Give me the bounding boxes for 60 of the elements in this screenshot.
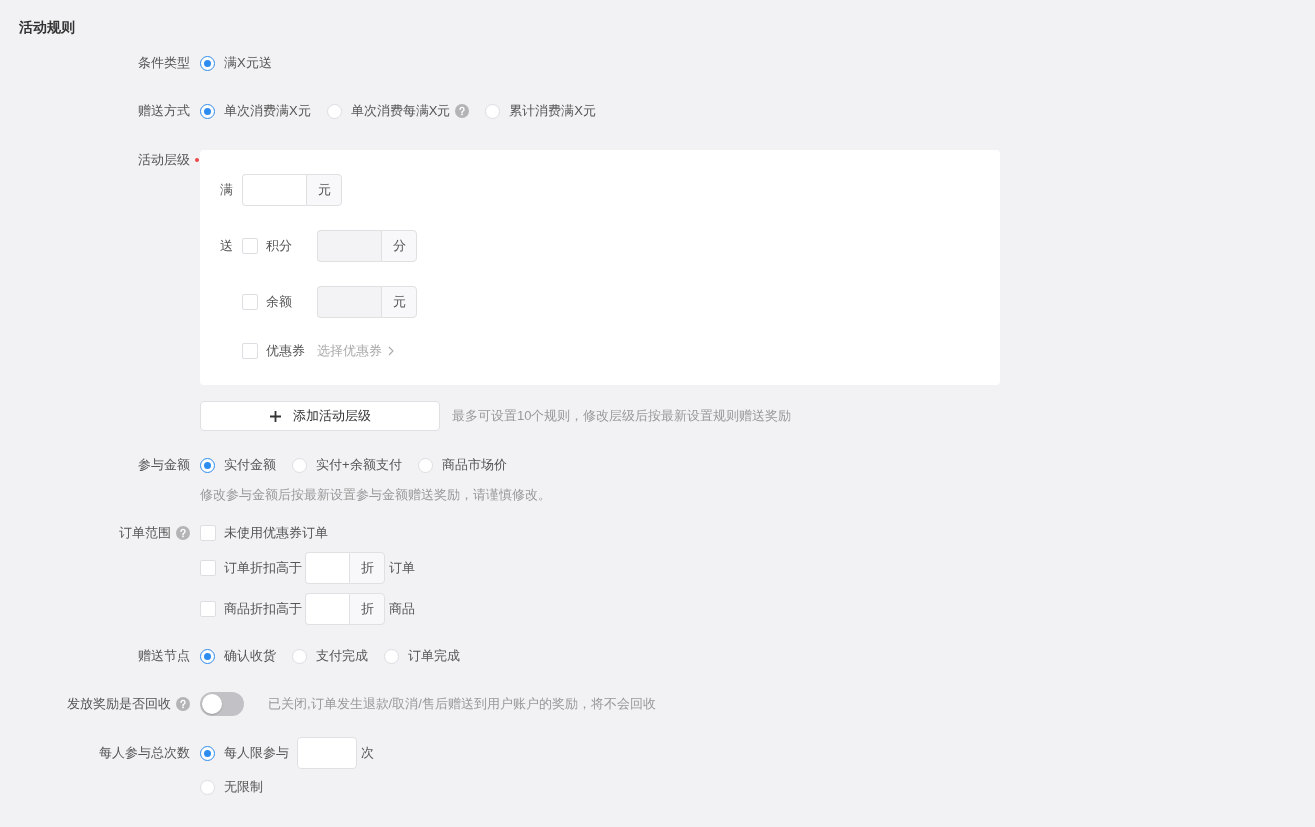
unit-addon: 分 <box>381 230 417 262</box>
radio-label: 累计消费满X元 <box>509 102 596 120</box>
input-field[interactable] <box>242 174 306 206</box>
checkbox[interactable] <box>200 560 216 576</box>
checkbox-label: 积分 <box>266 237 292 255</box>
field-label: 发放奖励是否回收 <box>67 695 171 713</box>
hint-text: 已关闭,订单发生退款/取消/售后赠送到用户账户的奖励，将不会回收 <box>268 695 656 713</box>
input-field[interactable] <box>297 737 357 769</box>
field-label: 送 <box>220 237 234 255</box>
field-label: 参与金额 <box>138 456 190 474</box>
section-title: 活动规则 <box>19 18 76 37</box>
unit-addon: 折 <box>349 552 385 584</box>
help-icon[interactable] <box>176 697 190 711</box>
add-tier-button[interactable]: 添加活动层级 <box>200 401 440 431</box>
radio-button[interactable] <box>200 103 215 119</box>
hint-text: 修改参与金额后按最新设置参与金额赠送奖励，请谨慎修改。 <box>200 486 551 504</box>
radio-button[interactable] <box>200 648 215 664</box>
radio-label: 实付+余额支付 <box>316 456 402 474</box>
checkbox-label: 商品折扣高于 <box>224 600 302 618</box>
radio-button[interactable] <box>200 457 215 473</box>
field-label: 条件类型 <box>138 54 190 72</box>
plus-icon <box>269 410 281 422</box>
radio-label: 确认收货 <box>224 647 276 665</box>
radio-label: 订单完成 <box>408 647 460 665</box>
suffix-label: 次 <box>361 744 374 762</box>
radio-label: 商品市场价 <box>441 456 507 474</box>
help-icon[interactable] <box>455 104 470 118</box>
input-field[interactable] <box>305 593 349 625</box>
radio-label: 单次消费每满X元 <box>350 102 451 120</box>
chevron-icon <box>388 346 394 356</box>
radio-label: 支付完成 <box>316 647 368 665</box>
field-label: 每人参与总次数 <box>99 744 190 762</box>
field-label: 满 <box>220 181 234 199</box>
toggle-switch[interactable] <box>200 692 244 716</box>
radio-label: 满X元送 <box>224 54 272 72</box>
unit-addon: 元 <box>381 286 417 318</box>
suffix-label: 商品 <box>389 600 415 618</box>
checkbox-label: 订单折扣高于 <box>224 559 302 577</box>
radio-button[interactable] <box>200 55 215 71</box>
field-label: 赠送方式 <box>138 102 190 120</box>
field-label: 订单范围 <box>119 524 171 542</box>
field-label: 活动层级 <box>138 151 190 169</box>
radio-label: 实付金额 <box>224 456 276 474</box>
checkbox-label: 优惠券 <box>266 342 305 360</box>
unit-addon: 折 <box>349 593 385 625</box>
input-field[interactable] <box>305 552 349 584</box>
help-icon[interactable] <box>176 526 190 540</box>
checkbox[interactable] <box>242 343 258 359</box>
suffix-label: 订单 <box>389 559 415 577</box>
hint-text: 最多可设置10个规则，修改层级后按最新设置规则赠送奖励 <box>452 407 792 425</box>
checkbox[interactable] <box>200 525 216 541</box>
radio-label: 每人限参与 <box>224 744 289 762</box>
radio-label: 无限制 <box>224 778 263 796</box>
checkbox[interactable] <box>200 601 216 617</box>
radio-button[interactable] <box>200 745 215 761</box>
unit-addon: 元 <box>306 174 342 206</box>
field-label: 赠送节点 <box>138 647 190 665</box>
checkbox-label: 余额 <box>266 293 292 311</box>
radio-label: 单次消费满X元 <box>224 102 311 120</box>
checkbox-label: 未使用优惠券订单 <box>224 524 328 542</box>
